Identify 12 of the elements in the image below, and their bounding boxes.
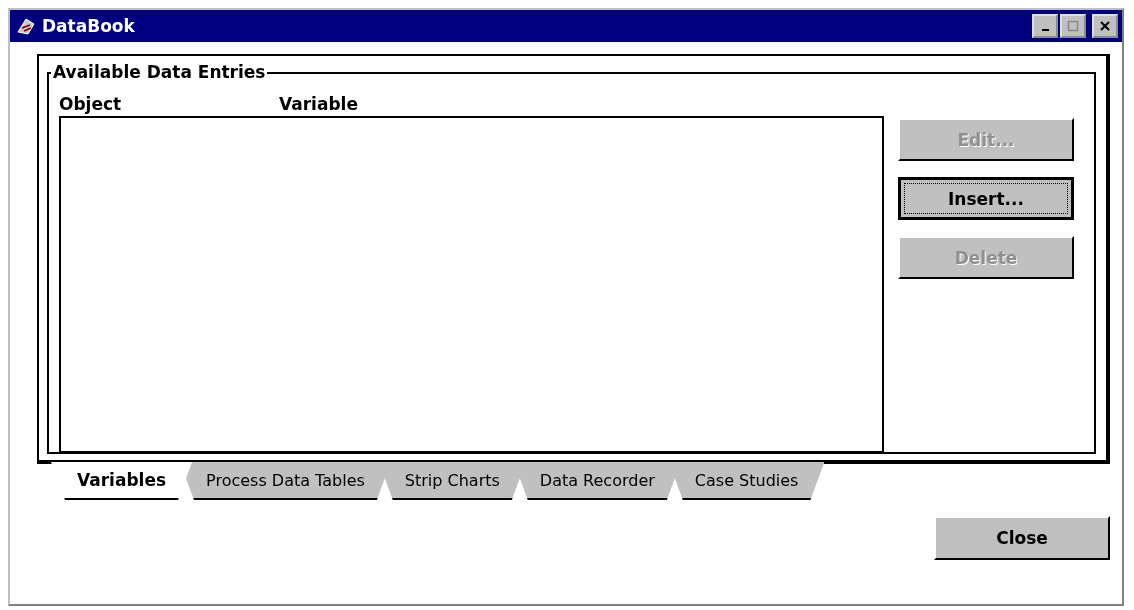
close-icon	[1099, 20, 1111, 32]
window-close-button[interactable]	[1092, 14, 1118, 38]
column-header: Variable	[279, 94, 358, 114]
minimize-icon	[1041, 29, 1049, 31]
book-icon	[16, 16, 36, 36]
close-button[interactable]: Close	[934, 516, 1110, 560]
column-header: Object	[59, 94, 123, 114]
tab[interactable]: Variables	[51, 462, 193, 500]
action-button[interactable]: Insert...	[898, 177, 1074, 220]
minimize-button[interactable]	[1032, 14, 1058, 38]
window-title: DataBook	[42, 16, 135, 36]
maximize-icon	[1067, 20, 1079, 32]
